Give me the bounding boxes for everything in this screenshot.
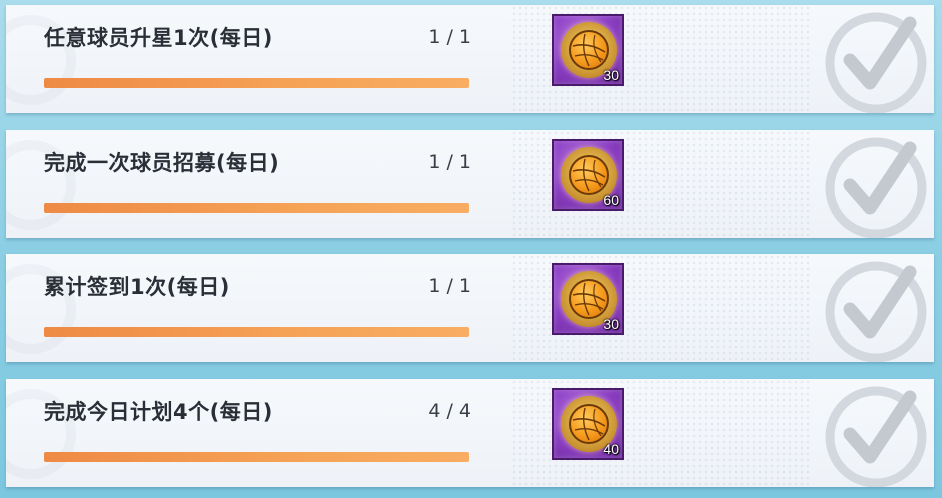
task-card: 完成一次球员招募(每日) 1 / 1 60 (6, 130, 934, 238)
progress-bar (44, 327, 469, 337)
reward-item[interactable]: 40 (552, 388, 624, 460)
reward-count: 60 (603, 192, 619, 208)
progress-bar-fill (44, 203, 469, 213)
claimed-check-icon (825, 386, 927, 487)
task-progress-count: 1 / 1 (428, 151, 471, 173)
task-title: 累计签到1次(每日) (44, 275, 230, 299)
progress-bar (44, 78, 469, 88)
claimed-check-icon (825, 261, 927, 362)
reward-item[interactable]: 30 (552, 263, 624, 335)
task-title: 任意球员升星1次(每日) (44, 26, 273, 50)
task-card: 累计签到1次(每日) 1 / 1 30 (6, 254, 934, 362)
reward-count: 30 (603, 67, 619, 83)
task-card: 任意球员升星1次(每日) 1 / 1 30 (6, 5, 934, 113)
task-card: 完成今日计划4个(每日) 4 / 4 40 (6, 379, 934, 487)
progress-bar (44, 452, 469, 462)
task-progress-count: 1 / 1 (428, 26, 471, 48)
progress-bar (44, 203, 469, 213)
reward-item[interactable]: 30 (552, 14, 624, 86)
progress-bar-fill (44, 327, 469, 337)
reward-item[interactable]: 60 (552, 139, 624, 211)
task-list: 任意球员升星1次(每日) 1 / 1 30 完成一次球员招募(每日) 1 / 1… (0, 0, 942, 498)
task-progress-count: 4 / 4 (428, 400, 471, 422)
task-title: 完成今日计划4个(每日) (44, 400, 273, 424)
progress-bar-fill (44, 78, 469, 88)
task-progress-count: 1 / 1 (428, 275, 471, 297)
reward-count: 30 (603, 316, 619, 332)
progress-bar-fill (44, 452, 469, 462)
task-title: 完成一次球员招募(每日) (44, 151, 280, 175)
claimed-check-icon (825, 12, 927, 113)
claimed-check-icon (825, 137, 927, 238)
reward-count: 40 (603, 441, 619, 457)
